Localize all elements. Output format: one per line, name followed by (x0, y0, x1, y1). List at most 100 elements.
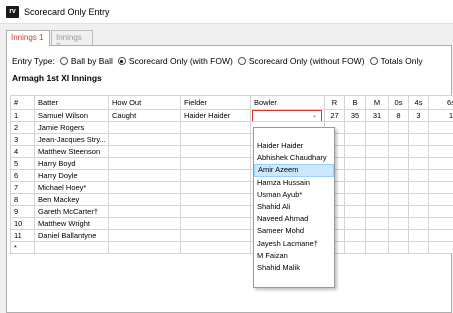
cell-num[interactable]: 11 (10, 229, 35, 242)
cell-m[interactable] (365, 181, 389, 194)
cell-batter[interactable]: Ben Mackey (34, 193, 109, 206)
table-row[interactable]: * (10, 241, 453, 254)
table-row[interactable]: 3 Jean-Jacques Stry... (10, 133, 453, 146)
table-row[interactable]: 1 Samuel Wilson Caught Haider Haider ⌄ 27 35 31… (10, 109, 453, 122)
radio-totals-only[interactable] (369, 57, 378, 65)
cell-sixes[interactable] (428, 229, 453, 242)
cell-zeros[interactable] (388, 145, 409, 158)
cell-fours[interactable] (408, 133, 429, 146)
cell-sixes[interactable] (428, 157, 453, 170)
chevron-down-icon[interactable]: ⌄ (312, 112, 317, 119)
radio-scorecard-with-fow[interactable] (117, 57, 126, 65)
cell-num[interactable]: 7 (10, 181, 35, 194)
cell-fielder[interactable] (180, 145, 251, 158)
cell-batter[interactable]: Harry Boyd (34, 157, 109, 170)
cell-fours[interactable] (408, 193, 429, 206)
cell-m[interactable]: 31 (365, 109, 389, 122)
cell-zeros[interactable] (388, 181, 409, 194)
cell-b[interactable] (344, 157, 366, 170)
radio-scorecard-without-fow-label[interactable]: Scorecard Only (without FOW) (249, 56, 365, 66)
cell-sixes[interactable] (428, 217, 453, 230)
cell-zeros[interactable] (388, 205, 409, 218)
cell-how-out[interactable] (108, 157, 181, 170)
col-header-minutes[interactable]: M (365, 95, 389, 110)
cell-how-out[interactable] (108, 181, 181, 194)
bowler-option[interactable]: Abhishek Chaudhary (254, 152, 334, 164)
cell-batter[interactable]: Samuel Wilson (34, 109, 109, 122)
table-row[interactable]: 11 Daniel Ballantyne (10, 229, 453, 242)
cell-batter[interactable]: Jamie Rogers (34, 121, 109, 134)
cell-num[interactable]: 8 (10, 193, 35, 206)
cell-m[interactable] (365, 217, 389, 230)
cell-num[interactable]: 10 (10, 217, 35, 230)
cell-fielder[interactable] (180, 157, 251, 170)
cell-how-out[interactable] (108, 193, 181, 206)
col-header-runs[interactable]: R (324, 95, 345, 110)
table-row[interactable]: 2 Jamie Rogers (10, 121, 453, 134)
table-row[interactable]: 4 Matthew Steenson (10, 145, 453, 158)
cell-how-out[interactable] (108, 169, 181, 182)
cell-m[interactable] (365, 241, 389, 254)
cell-num[interactable]: * (10, 241, 35, 254)
cell-bowler[interactable]: ⌄ (250, 109, 325, 122)
table-row[interactable]: 8 Ben Mackey (10, 193, 453, 206)
cell-fielder[interactable] (180, 133, 251, 146)
cell-zeros[interactable] (388, 229, 409, 242)
cell-fielder[interactable] (180, 217, 251, 230)
cell-m[interactable] (365, 169, 389, 182)
cell-how-out[interactable] (108, 145, 181, 158)
bowler-dropdown-list[interactable]: Haider Haider Abhishek Chaudhary Amir Azee… (253, 127, 335, 288)
cell-how-out[interactable] (108, 205, 181, 218)
radio-scorecard-with-fow-label[interactable]: Scorecard Only (with FOW) (129, 56, 233, 66)
cell-b[interactable] (344, 205, 366, 218)
cell-sixes[interactable] (428, 193, 453, 206)
cell-b[interactable] (344, 217, 366, 230)
bowler-option[interactable]: Usman Ayub* (254, 189, 334, 201)
cell-num[interactable]: 3 (10, 133, 35, 146)
cell-b[interactable] (344, 145, 366, 158)
cell-num[interactable]: 9 (10, 205, 35, 218)
cell-zeros[interactable] (388, 133, 409, 146)
radio-scorecard-without-fow[interactable] (237, 57, 246, 65)
cell-b[interactable] (344, 181, 366, 194)
table-row[interactable]: 9 Gareth McCarter† (10, 205, 453, 218)
radio-totals-only-label[interactable]: Totals Only (381, 56, 423, 66)
cell-num[interactable]: 1 (10, 109, 35, 122)
cell-sixes[interactable] (428, 205, 453, 218)
cell-fours[interactable] (408, 205, 429, 218)
cell-m[interactable] (365, 193, 389, 206)
cell-b[interactable] (344, 241, 366, 254)
cell-fours[interactable] (408, 181, 429, 194)
cell-sixes[interactable] (428, 133, 453, 146)
col-header-batter[interactable]: Batter (34, 95, 109, 110)
cell-how-out[interactable] (108, 121, 181, 134)
cell-b[interactable] (344, 229, 366, 242)
cell-num[interactable]: 2 (10, 121, 35, 134)
col-header-num[interactable]: # (10, 95, 35, 110)
cell-sixes[interactable] (428, 145, 453, 158)
cell-fours[interactable]: 3 (408, 109, 429, 122)
cell-fielder[interactable] (180, 229, 251, 242)
cell-sixes[interactable]: 1 (428, 109, 453, 122)
cell-fours[interactable] (408, 145, 429, 158)
cell-zeros[interactable] (388, 121, 409, 134)
col-header-zeros[interactable]: 0s (388, 95, 409, 110)
cell-how-out[interactable] (108, 241, 181, 254)
cell-how-out[interactable] (108, 229, 181, 242)
bowler-option[interactable]: M Faizan (254, 250, 334, 262)
cell-fielder[interactable] (180, 205, 251, 218)
bowler-option[interactable]: Shahid Ali (254, 201, 334, 213)
cell-b[interactable] (344, 193, 366, 206)
cell-batter[interactable]: Gareth McCarter† (34, 205, 109, 218)
cell-sixes[interactable] (428, 241, 453, 254)
bowler-option[interactable]: Jayesh Lacmane† (254, 238, 334, 250)
table-row[interactable]: 6 Harry Doyle (10, 169, 453, 182)
table-row[interactable]: 5 Harry Boyd (10, 157, 453, 170)
cell-batter[interactable]: Daniel Ballantyne (34, 229, 109, 242)
bowler-option[interactable]: Haider Haider (254, 140, 334, 152)
cell-fielder[interactable] (180, 193, 251, 206)
cell-how-out[interactable]: Caught (108, 109, 181, 122)
cell-zeros[interactable] (388, 169, 409, 182)
cell-fours[interactable] (408, 241, 429, 254)
cell-zeros[interactable] (388, 241, 409, 254)
